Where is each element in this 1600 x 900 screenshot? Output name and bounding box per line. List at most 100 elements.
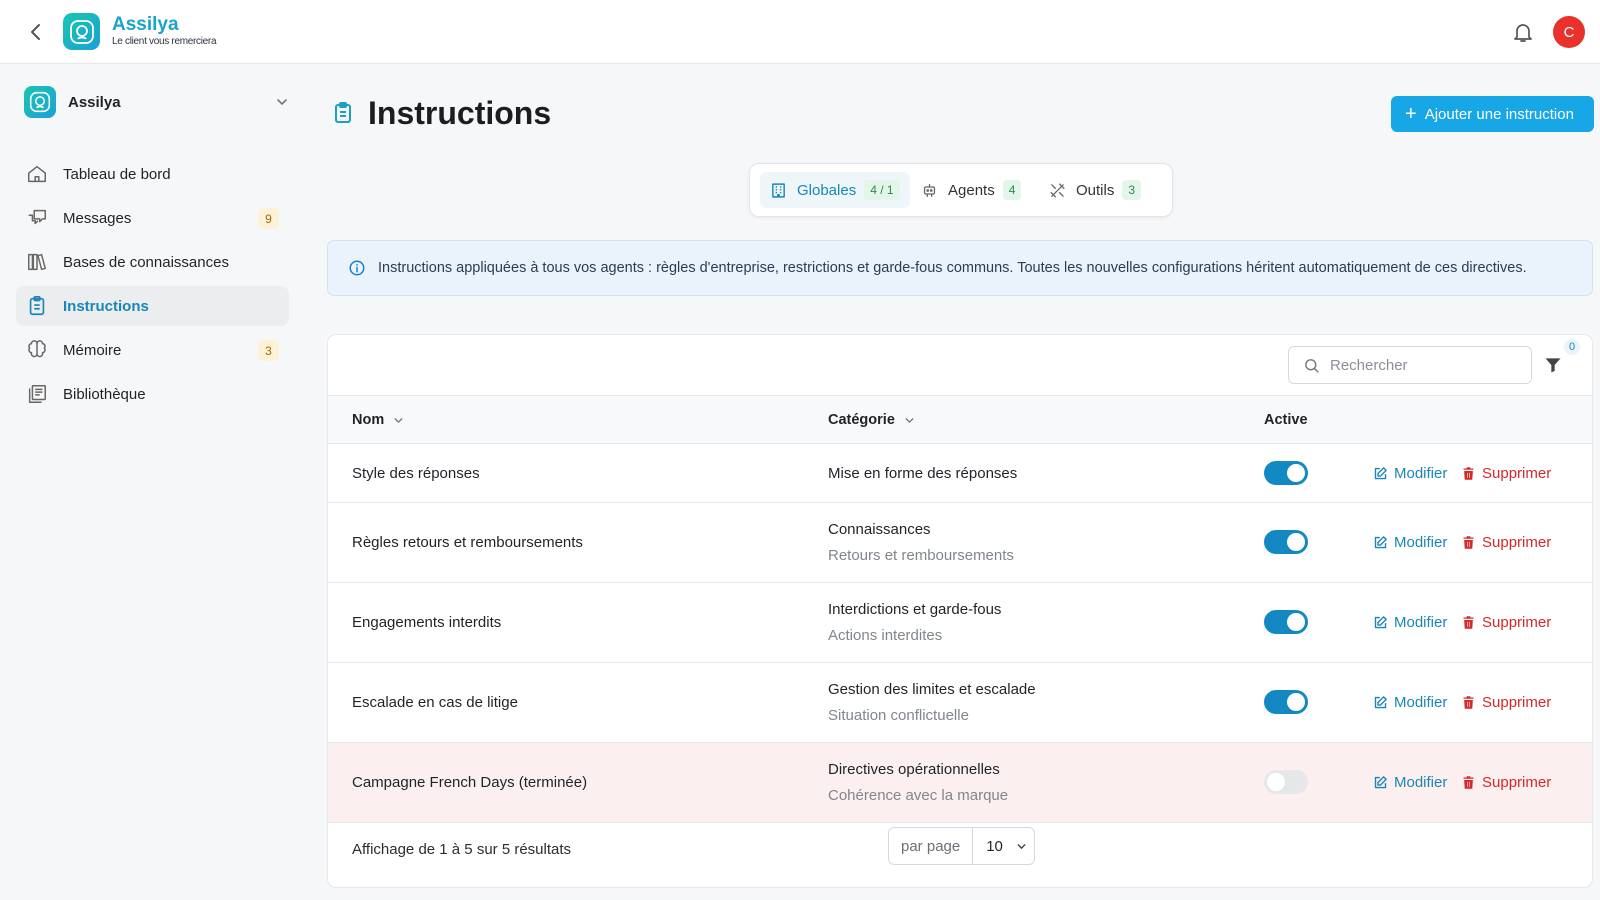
trash-icon bbox=[1461, 775, 1476, 790]
workspace-selector[interactable]: Assilya bbox=[24, 84, 294, 120]
per-page-value-text: 10 bbox=[986, 837, 1003, 855]
brand[interactable]: Assilya Le client vous remerciera bbox=[112, 15, 217, 48]
edit-label: Modifier bbox=[1394, 614, 1448, 631]
delete-label: Supprimer bbox=[1482, 465, 1552, 482]
column-header-name[interactable]: Nom bbox=[352, 412, 405, 428]
delete-button[interactable]: Supprimer bbox=[1461, 694, 1551, 711]
search-input[interactable] bbox=[1330, 356, 1520, 374]
scope-tabs: Globales 4 / 1 Agents 4 Outils 3 bbox=[749, 163, 1173, 217]
delete-label: Supprimer bbox=[1482, 774, 1552, 791]
workspace-logo-icon bbox=[24, 86, 56, 118]
add-instruction-button[interactable]: + Ajouter une instruction bbox=[1391, 96, 1594, 132]
tab-globales[interactable]: Globales 4 / 1 bbox=[760, 172, 910, 208]
search-icon bbox=[1303, 357, 1320, 374]
active-toggle[interactable] bbox=[1264, 770, 1308, 794]
active-toggle[interactable] bbox=[1264, 530, 1308, 554]
info-banner: Instructions appliquées à tous vos agent… bbox=[327, 240, 1593, 296]
tab-label: Globales bbox=[797, 181, 857, 199]
edit-button[interactable]: Modifier bbox=[1373, 534, 1447, 551]
instructions-table-card: 0 Nom Catégorie Active Style des réponse… bbox=[327, 334, 1593, 888]
sidebar-item-label: Bases de connaissances bbox=[63, 253, 229, 271]
instruction-name: Style des réponses bbox=[352, 465, 480, 482]
chevron-down-icon bbox=[1015, 840, 1028, 853]
user-avatar[interactable]: C bbox=[1553, 16, 1585, 48]
sidebar-item-memory[interactable]: Mémoire 3 bbox=[16, 330, 289, 370]
instruction-name: Règles retours et remboursements bbox=[352, 534, 583, 551]
sidebar-item-instructions[interactable]: Instructions bbox=[16, 286, 289, 326]
chat-icon bbox=[26, 207, 48, 229]
back-arrow-icon[interactable] bbox=[24, 20, 48, 44]
filter-count-badge: 0 bbox=[1564, 339, 1580, 355]
trash-icon bbox=[1461, 695, 1476, 710]
edit-button[interactable]: Modifier bbox=[1373, 694, 1447, 711]
plus-icon: + bbox=[1405, 103, 1417, 125]
active-toggle[interactable] bbox=[1264, 690, 1308, 714]
trash-icon bbox=[1461, 466, 1476, 481]
home-icon bbox=[26, 163, 48, 185]
sidebar: Assilya Tableau de bord Messages 9 Bases… bbox=[0, 64, 305, 900]
tab-agents[interactable]: Agents 4 bbox=[911, 172, 1031, 208]
tab-label: Outils bbox=[1076, 181, 1115, 199]
edit-icon bbox=[1373, 695, 1388, 710]
delete-button[interactable]: Supprimer bbox=[1461, 614, 1551, 631]
edit-label: Modifier bbox=[1394, 465, 1448, 482]
per-page-select[interactable]: par page 10 bbox=[888, 827, 1035, 865]
tab-outils[interactable]: Outils 3 bbox=[1039, 172, 1151, 208]
delete-label: Supprimer bbox=[1482, 694, 1552, 711]
delete-button[interactable]: Supprimer bbox=[1461, 465, 1551, 482]
table-row: Escalade en cas de litige Gestion des li… bbox=[328, 663, 1592, 743]
instruction-subcategory: Cohérence avec la marque bbox=[828, 787, 1009, 804]
delete-label: Supprimer bbox=[1482, 534, 1552, 551]
edit-icon bbox=[1373, 615, 1388, 630]
per-page-label: par page bbox=[889, 828, 974, 864]
sidebar-item-messages[interactable]: Messages 9 bbox=[16, 198, 289, 238]
add-instruction-label: Ajouter une instruction bbox=[1424, 105, 1574, 123]
instruction-category: Interdictions et garde-fous bbox=[828, 601, 1002, 618]
instruction-category: Directives opérationnelles bbox=[828, 761, 1000, 778]
count-badge: 3 bbox=[258, 340, 279, 361]
tab-count-badge: 4 bbox=[1002, 180, 1022, 200]
table-row: Style des réponses Mise en forme des rép… bbox=[328, 444, 1592, 503]
edit-label: Modifier bbox=[1394, 694, 1448, 711]
delete-button[interactable]: Supprimer bbox=[1461, 774, 1551, 791]
table-row: Règles retours et remboursements Connais… bbox=[328, 503, 1592, 583]
brain-icon bbox=[26, 339, 48, 361]
table-row: Campagne French Days (terminée) Directiv… bbox=[328, 743, 1592, 823]
clipboard-icon bbox=[331, 101, 355, 125]
edit-label: Modifier bbox=[1394, 534, 1448, 551]
top-bar: Assilya Le client vous remerciera C bbox=[0, 0, 1600, 64]
search-box[interactable] bbox=[1288, 346, 1532, 384]
books-icon bbox=[26, 251, 48, 273]
edit-button[interactable]: Modifier bbox=[1373, 465, 1447, 482]
chevron-down-icon bbox=[903, 414, 916, 427]
instruction-category: Connaissances bbox=[828, 521, 931, 538]
instruction-name: Campagne French Days (terminée) bbox=[352, 774, 588, 791]
sidebar-item-dashboard[interactable]: Tableau de bord bbox=[16, 154, 289, 194]
library-icon bbox=[26, 383, 48, 405]
instruction-name: Engagements interdits bbox=[352, 614, 502, 631]
per-page-value[interactable]: 10 bbox=[973, 838, 1028, 855]
sidebar-item-label: Tableau de bord bbox=[63, 165, 171, 183]
sidebar-item-knowledge-bases[interactable]: Bases de connaissances bbox=[16, 242, 289, 282]
instruction-subcategory: Actions interdites bbox=[828, 627, 943, 644]
sidebar-item-label: Mémoire bbox=[63, 341, 122, 359]
instruction-subcategory: Situation conflictuelle bbox=[828, 707, 969, 724]
column-header-active: Active bbox=[1264, 412, 1308, 428]
sidebar-item-label: Instructions bbox=[63, 297, 149, 315]
edit-button[interactable]: Modifier bbox=[1373, 614, 1447, 631]
building-icon bbox=[770, 182, 787, 199]
filter-icon[interactable] bbox=[1543, 355, 1563, 375]
active-toggle[interactable] bbox=[1264, 610, 1308, 634]
column-header-category[interactable]: Catégorie bbox=[828, 412, 916, 428]
sidebar-item-library[interactable]: Bibliothèque bbox=[16, 374, 289, 414]
trash-icon bbox=[1461, 535, 1476, 550]
tab-count-badge: 4 / 1 bbox=[864, 180, 900, 200]
edit-button[interactable]: Modifier bbox=[1373, 774, 1447, 791]
active-toggle[interactable] bbox=[1264, 461, 1308, 485]
tools-icon bbox=[1049, 182, 1066, 199]
bell-icon[interactable] bbox=[1511, 20, 1535, 44]
chevron-down-icon bbox=[274, 94, 290, 110]
delete-button[interactable]: Supprimer bbox=[1461, 534, 1551, 551]
workspace-name: Assilya bbox=[68, 93, 121, 111]
brand-logo-icon[interactable] bbox=[63, 13, 100, 50]
